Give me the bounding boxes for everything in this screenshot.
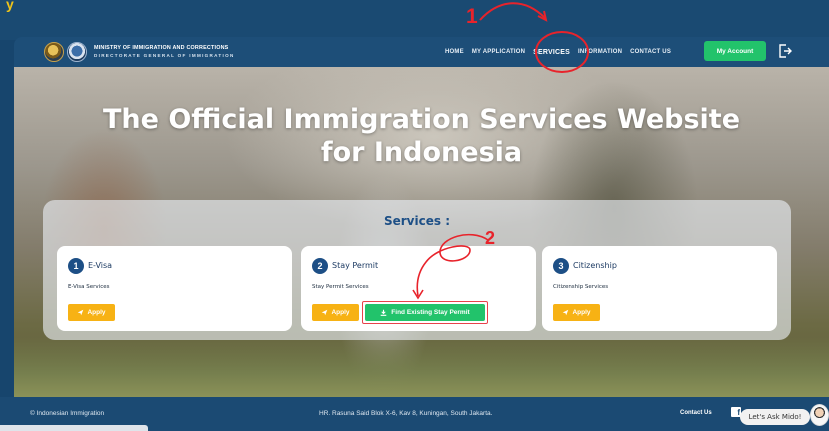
apply-label: Apply — [572, 309, 591, 316]
my-account-button[interactable]: My Account — [704, 41, 766, 61]
footer-contact-link[interactable]: Contact Us — [680, 410, 712, 416]
evisa-apply-button[interactable]: Apply — [68, 304, 115, 321]
send-icon — [322, 309, 328, 316]
ministry-title: MINISTRY OF IMMIGRATION AND CORRECTIONS … — [94, 45, 235, 58]
ministry-emblem-logo — [44, 42, 64, 62]
services-panel: Services : 1 E-Visa E-Visa Services Appl… — [43, 200, 791, 340]
services-heading: Services : — [383, 214, 450, 228]
apply-label: Apply — [87, 309, 106, 316]
footer-address: HR. Rasuna Said Blok X-6, Kav 8, Kuninga… — [319, 410, 493, 417]
nav-my-application[interactable]: MY APPLICATION — [472, 49, 525, 55]
card-number-badge: 3 — [553, 258, 569, 274]
download-icon — [380, 309, 387, 316]
card-title: Citizenship — [573, 261, 617, 270]
chat-bubble[interactable]: Let's Ask Mido! — [740, 409, 810, 425]
card-title: E-Visa — [88, 261, 113, 270]
immigration-emblem-logo — [67, 42, 87, 62]
annotation-step-2: 2 — [485, 228, 496, 248]
nav-services[interactable]: SERVICES — [533, 49, 570, 56]
find-label: Find Existing Stay Permit — [391, 309, 470, 316]
chatbot-avatar-icon[interactable] — [810, 404, 829, 426]
hero-banner: The Official Immigration Services Websit… — [14, 67, 829, 397]
logout-icon[interactable] — [778, 43, 792, 59]
card-subtitle: Stay Permit Services — [312, 284, 369, 290]
annotation-step-1: 1 — [466, 5, 478, 28]
service-card-stay-permit: 2 Stay Permit Stay Permit Services Apply… — [301, 246, 536, 331]
hero-title-line1: The Official Immigration Services Websit… — [102, 104, 741, 135]
card-title: Stay Permit — [332, 261, 379, 270]
card-subtitle: E-Visa Services — [68, 284, 110, 290]
hero-title: The Official Immigration Services Websit… — [14, 103, 829, 169]
browser-status-bar — [0, 425, 148, 431]
send-icon — [78, 309, 84, 316]
find-existing-stay-permit-button[interactable]: Find Existing Stay Permit — [365, 304, 485, 321]
footer-copyright: © Indonesian Immigration — [30, 410, 105, 417]
nav-links: HOME MY APPLICATION SERVICES INFORMATION… — [445, 37, 679, 67]
card-number-badge: 2 — [312, 258, 328, 274]
top-partial-glyph: y — [6, 0, 14, 12]
card-number-badge: 1 — [68, 258, 84, 274]
ministry-line1: MINISTRY OF IMMIGRATION AND CORRECTIONS — [94, 45, 229, 51]
apply-label: Apply — [331, 309, 350, 316]
navbar: MINISTRY OF IMMIGRATION AND CORRECTIONS … — [14, 37, 829, 67]
service-card-evisa: 1 E-Visa E-Visa Services Apply — [57, 246, 292, 331]
hero-title-line2: for Indonesia — [320, 137, 523, 168]
citizenship-apply-button[interactable]: Apply — [553, 304, 600, 321]
stay-permit-apply-button[interactable]: Apply — [312, 304, 359, 321]
send-icon — [563, 309, 569, 316]
ministry-line2: DIRECTORATE GENERAL OF IMMIGRATION — [94, 53, 235, 58]
card-subtitle: Citizenship Services — [553, 284, 609, 290]
nav-contact-us[interactable]: CONTACT US — [630, 49, 671, 55]
nav-home[interactable]: HOME — [445, 49, 464, 55]
service-card-citizenship: 3 Citizenship Citizenship Services Apply — [542, 246, 777, 331]
top-band — [0, 0, 829, 40]
nav-information[interactable]: INFORMATION — [578, 49, 622, 55]
